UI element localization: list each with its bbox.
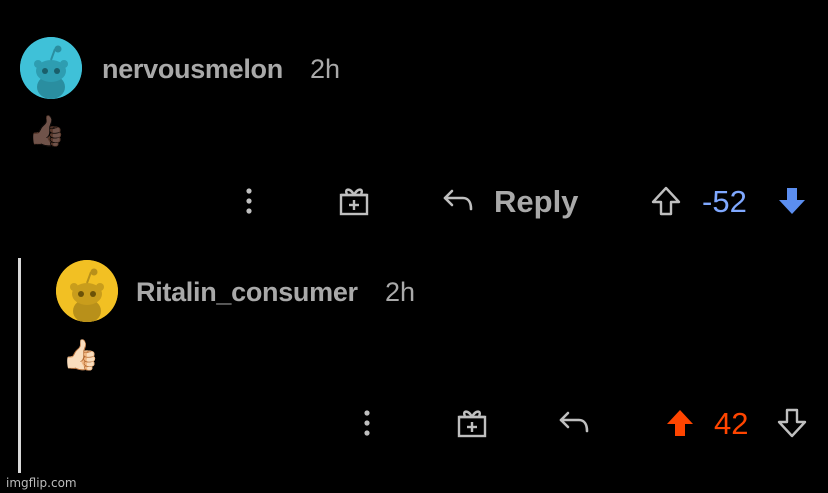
downvote-button[interactable] [774, 405, 810, 441]
upvote-arrow-icon [667, 410, 693, 436]
timestamp: 2h [385, 277, 416, 307]
avatar[interactable] [56, 260, 118, 322]
upvote-button[interactable] [662, 405, 698, 441]
award-button[interactable] [454, 404, 490, 440]
username[interactable]: Ritalin_consumer [136, 277, 358, 308]
more-options-button[interactable] [354, 406, 380, 440]
vote-score: 42 [714, 406, 749, 441]
gift-icon [457, 410, 487, 438]
watermark: imgflip.com [6, 476, 77, 490]
comment-body: 👍🏻 [62, 339, 100, 372]
more-options-icon [364, 410, 370, 436]
snoo-avatar-icon [56, 260, 118, 322]
downvote-arrow-icon [777, 408, 807, 438]
reply-arrow-icon [559, 411, 589, 433]
reply-button[interactable] [556, 404, 592, 440]
comment-ritalin-consumer: Ritalin_consumer 2h 👍🏻 42 [0, 0, 828, 493]
